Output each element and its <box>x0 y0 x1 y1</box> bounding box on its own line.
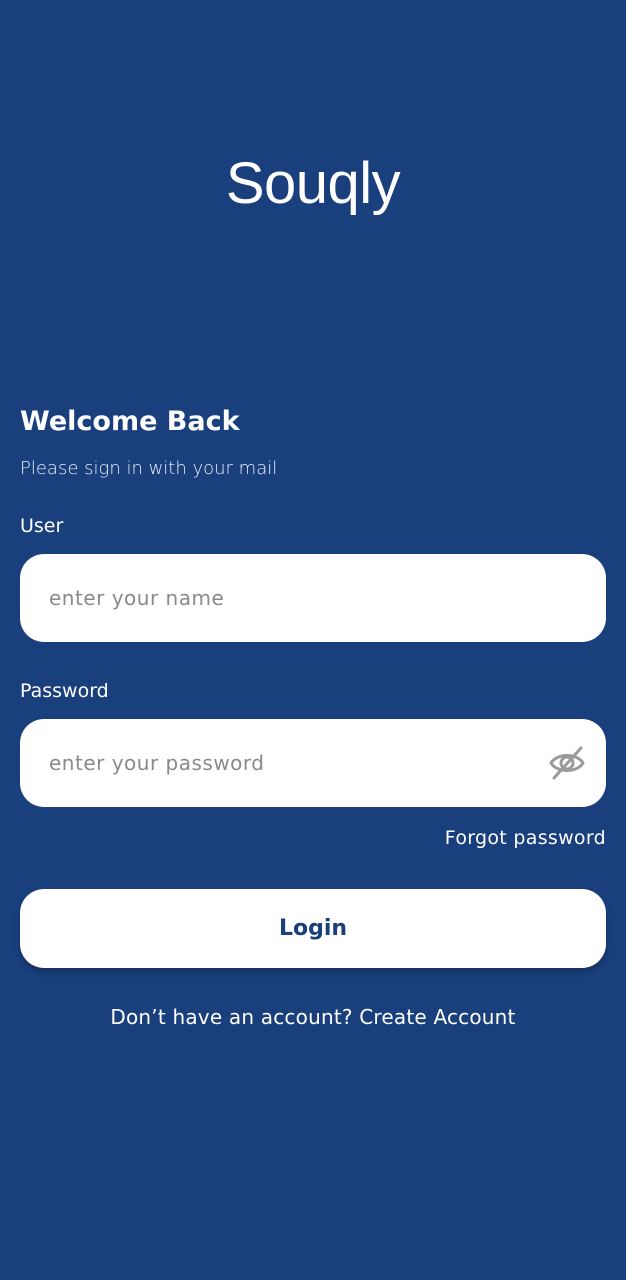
password-label: Password <box>20 680 109 702</box>
password-field-container <box>20 719 606 807</box>
app-logo: Souqly <box>225 151 401 216</box>
user-field-container <box>20 554 606 642</box>
signup-prompt: Don’t have an account? Create Account <box>0 1005 626 1029</box>
user-label: User <box>20 515 64 537</box>
password-input[interactable] <box>49 719 549 807</box>
forgot-password-link[interactable]: Forgot password <box>445 827 606 849</box>
user-input[interactable] <box>49 554 549 642</box>
login-button[interactable]: Login <box>20 889 606 968</box>
create-account-link[interactable]: Create Account <box>359 1005 515 1029</box>
no-account-text: Don’t have an account? <box>110 1005 353 1029</box>
eye-slash-icon[interactable] <box>548 744 586 782</box>
page-title: Welcome Back <box>20 406 240 437</box>
login-screen: Souqly Welcome Back Please sign in with … <box>0 0 626 1280</box>
page-subtitle: Please sign in with your mail <box>20 458 278 479</box>
